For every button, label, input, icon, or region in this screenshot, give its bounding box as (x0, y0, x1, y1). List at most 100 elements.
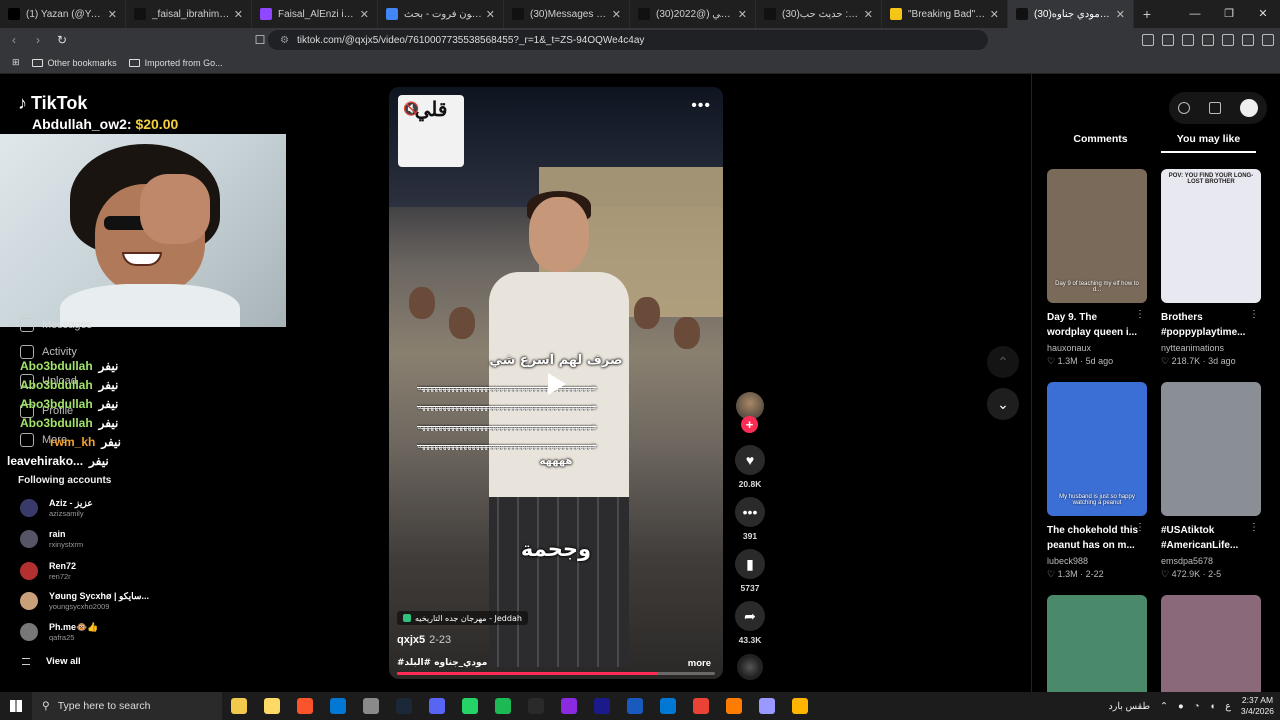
more-description-button[interactable]: more (688, 658, 711, 669)
close-tab-icon[interactable]: ✕ (486, 8, 495, 21)
taskbar-app[interactable] (750, 692, 783, 720)
sidebar-item-messages[interactable]: Messages (20, 318, 92, 332)
tiktok-logo[interactable]: ♪ TikTok (18, 93, 87, 114)
view-all-link[interactable]: View all (22, 656, 81, 667)
browser-tab[interactable]: (1) Yazan (@YazanWasHiro✕ (0, 0, 126, 28)
taskbar-app[interactable] (486, 692, 519, 720)
browser-tab[interactable]: (30)أغاني مودي جناوه✕ (1008, 0, 1134, 28)
reload-icon[interactable]: ↻ (52, 33, 72, 47)
video-player[interactable]: قلي 🔇 ••• صرف لهم اسرع شي هههههههههههههه… (389, 87, 723, 679)
recommended-video-card[interactable] (1047, 595, 1147, 692)
comment-button[interactable]: ••• 391 (731, 497, 769, 541)
browser-tab[interactable]: _faisal_ibrahim_f) | TikTok✕ (126, 0, 252, 28)
taskbar-app[interactable] (783, 692, 816, 720)
browser-tab[interactable]: Faisal_AlEnzi in JACO - JAC✕ (252, 0, 378, 28)
minimize-icon[interactable]: — (1178, 0, 1212, 28)
taskbar-app[interactable] (618, 692, 651, 720)
media-icon[interactable] (1162, 34, 1174, 46)
language-indicator[interactable]: ع (1225, 701, 1231, 712)
taskbar-app[interactable] (519, 692, 552, 720)
video-thumbnail[interactable]: POV: YOU FIND YOUR LONG-LOST BROTHER (1161, 169, 1261, 303)
new-tab-button[interactable]: + (1134, 6, 1160, 22)
tab-comments[interactable]: Comments (1053, 133, 1148, 153)
video-thumbnail[interactable] (1161, 382, 1261, 516)
bookmark-other[interactable]: Other bookmarks (31, 58, 117, 68)
bookmark-imported[interactable]: Imported from Go... (128, 58, 223, 68)
phone-icon[interactable] (1208, 102, 1221, 114)
music-disc[interactable] (737, 654, 763, 680)
card-more-icon[interactable]: ⋮ (1249, 309, 1259, 320)
close-window-icon[interactable]: ✕ (1246, 0, 1280, 28)
video-hashtags[interactable]: #مودي_جناوه #البلد (397, 658, 487, 668)
taskbar-app[interactable] (288, 692, 321, 720)
recommended-video-card[interactable]: POV: YOU FIND YOUR LONG-LOST BROTHER Brot… (1161, 169, 1261, 367)
browser-tab[interactable]: (30)حسين البارقي: حديث حب✕ (756, 0, 882, 28)
weather-text[interactable]: طقس بارد (1109, 701, 1150, 712)
restore-icon[interactable]: ❐ (1212, 0, 1246, 28)
video-thumbnail[interactable] (1047, 595, 1147, 692)
taskbar-app[interactable] (651, 692, 684, 720)
card-more-icon[interactable]: ⋮ (1249, 522, 1259, 533)
taskbar-app[interactable] (387, 692, 420, 720)
address-bar[interactable]: ⚙ tiktok.com/@qxjx5/video/76100077355385… (268, 30, 988, 50)
close-tab-icon[interactable]: ✕ (108, 8, 117, 21)
video-progress-bar[interactable] (397, 672, 715, 675)
card-more-icon[interactable]: ⋮ (1135, 522, 1145, 533)
site-info-icon[interactable]: ⚙ (280, 35, 289, 46)
taskbar-app[interactable] (354, 692, 387, 720)
back-icon[interactable]: ‹ (4, 33, 24, 47)
tab-you-may-like[interactable]: You may like (1161, 133, 1256, 153)
close-tab-icon[interactable]: ✕ (738, 8, 747, 21)
following-account[interactable]: rain rxinystxrm (20, 526, 83, 552)
forward-icon[interactable]: › (28, 33, 48, 47)
extensions-icon[interactable] (1142, 34, 1154, 46)
close-tab-icon[interactable]: ✕ (990, 8, 999, 21)
browser-tab[interactable]: (30)حسين البارقي (@2022✕ (630, 0, 756, 28)
close-tab-icon[interactable]: ✕ (1116, 8, 1125, 21)
location-tag[interactable]: مهرجان جده التاريخيه - Jeddah (397, 611, 528, 625)
close-tab-icon[interactable]: ✕ (612, 8, 621, 21)
wifi-icon[interactable]: ◔ (1194, 701, 1200, 712)
mute-icon[interactable]: 🔇 (403, 101, 419, 117)
share-button[interactable]: ➦ 43.3K (731, 601, 769, 645)
taskbar-app[interactable] (222, 692, 255, 720)
recommended-video-card[interactable]: Day 9 of teaching my elf how to d... Day … (1047, 169, 1147, 367)
browser-tab[interactable]: دراغون فروت - بحث Google✕ (378, 0, 504, 28)
following-account[interactable]: Yøung Sycxhø | سايكو... youngsycxho2009 (20, 588, 149, 614)
following-account[interactable]: Ph.me🐵👍 qafra25 (20, 619, 98, 645)
play-icon[interactable] (548, 373, 566, 395)
taskbar-app[interactable] (321, 692, 354, 720)
following-account[interactable]: Aziz - عزيز azizsamily (20, 495, 93, 521)
taskbar-app[interactable] (255, 692, 288, 720)
close-tab-icon[interactable]: ✕ (360, 8, 369, 21)
recommended-video-card[interactable]: My husband is just so happy watching a p… (1047, 382, 1147, 580)
taskbar-app[interactable] (420, 692, 453, 720)
close-tab-icon[interactable]: ✕ (234, 8, 243, 21)
bookmark-icon[interactable]: ☐ (250, 33, 270, 47)
like-button[interactable]: ♥ 20.8K (731, 445, 769, 489)
mic-icon[interactable]: ● (1178, 701, 1184, 712)
browser-tab[interactable]: (30)Messages | TikTok✕ (504, 0, 630, 28)
profile-avatar[interactable] (1239, 99, 1258, 117)
taskbar-app[interactable] (453, 692, 486, 720)
following-account[interactable]: Ren72 ren72r (20, 558, 76, 584)
video-thumbnail[interactable]: My husband is just so happy watching a p… (1047, 382, 1147, 516)
volume-icon[interactable]: ◖ (1209, 701, 1215, 712)
recommended-video-card[interactable] (1161, 595, 1261, 692)
wallet-icon[interactable] (1202, 34, 1214, 46)
video-author[interactable]: qxjx5 2-23 (397, 634, 451, 646)
sidebar-icon[interactable] (1182, 34, 1194, 46)
ai-icon[interactable] (1222, 34, 1234, 46)
taskbar-app[interactable] (717, 692, 750, 720)
clock[interactable]: 2:37 AM 3/4/2026 (1241, 695, 1274, 717)
taskbar-search[interactable]: ⚲ Type here to search (32, 692, 222, 720)
follow-button[interactable]: + (741, 416, 758, 433)
card-more-icon[interactable]: ⋮ (1135, 309, 1145, 320)
apps-icon[interactable]: ⊞ (12, 57, 20, 68)
taskbar-app[interactable] (684, 692, 717, 720)
video-thumbnail[interactable] (1161, 595, 1261, 692)
previous-video-button[interactable]: ⌃ (987, 346, 1019, 378)
recommended-video-card[interactable]: #USAtiktok #AmericanLife... ⋮ emsdpa5678 ♡ … (1161, 382, 1261, 580)
close-tab-icon[interactable]: ✕ (864, 8, 873, 21)
taskbar-app[interactable] (552, 692, 585, 720)
